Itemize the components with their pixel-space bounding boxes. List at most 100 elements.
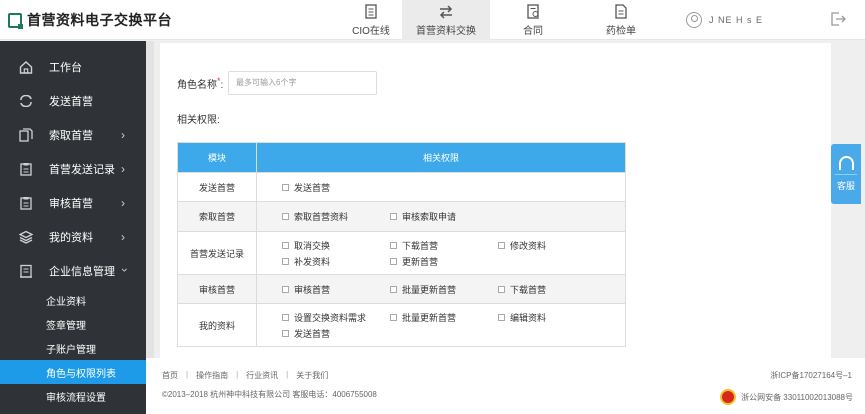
permission-checkbox[interactable]: 取消交换 [282,239,390,252]
permission-checkbox[interactable]: 索取首营资料 [282,210,390,223]
permission-checkbox[interactable]: 发送首营 [282,327,390,340]
permission-checkbox[interactable]: 审核首营 [282,283,390,296]
checkbox-icon [498,241,505,249]
tab-label: 药检单 [606,25,636,37]
logout-icon[interactable] [830,11,846,27]
checkbox-icon [282,313,289,321]
submenu-signature[interactable]: 签章管理 [0,312,146,336]
footer-links: 首页 | 操作指南 | 行业资讯 | 关于我们 [162,370,328,381]
divider [835,174,857,175]
submenu-audit-flow[interactable]: 审核流程设置 [0,384,146,408]
submenu-company-profile[interactable]: 企业资料 [0,288,146,312]
user-area[interactable]: J NE H s E [686,10,763,30]
table-row: 审核首营 审核首营 批量更新首营 下载首营 [177,274,626,304]
permission-label: 索取首营资料 [294,212,349,222]
module-cell: 我的资料 [177,303,257,347]
top-nav: CIO在线 首营资料交换 合同 药检单 [340,0,666,40]
table-row: 我的资料 设置交换资料需求 批量更新首营 编辑资料 发送首营 [177,303,626,347]
headset-icon [838,156,854,170]
tab-label: 合同 [523,25,543,37]
sidebar: 工作台 发送首营 索取首营 › 首营发送记录 › 审核首营 › 我的资料 › 企… [0,41,146,414]
audit-icon [19,196,33,210]
table-header-module: 模块 [177,142,257,173]
sidebar-item-label: 工作台 [49,62,82,74]
checkbox-icon [390,213,397,220]
layers-icon [19,230,33,244]
permission-checkbox[interactable]: 修改资料 [498,239,606,252]
document-icon [365,4,377,20]
table-row: 索取首营 索取首营资料 审核索取申请 [177,201,626,232]
avatar-icon [686,12,702,28]
checkbox-icon [498,285,505,293]
record-icon [19,162,33,176]
footer: 首页 | 操作指南 | 行业资讯 | 关于我们 ©2013–2018 杭州神中科… [146,358,865,414]
icp-license[interactable]: 浙ICP备17027164号–1 [770,370,852,381]
tab-contract[interactable]: 合同 [490,0,576,40]
module-cell: 索取首营 [177,201,257,232]
permission-label: 更新首营 [402,256,439,267]
chevron-down-icon: › [118,268,132,272]
sidebar-item-audit[interactable]: 审核首营 › [0,186,146,220]
permissions-cell: 取消交换 下载首营 修改资料 补发资料 更新首营 [256,231,626,275]
submenu-roles-permissions[interactable]: 角色与权限列表 [0,360,146,384]
tab-cio-online[interactable]: CIO在线 [340,0,402,40]
exchange-icon [438,4,454,20]
permission-checkbox[interactable]: 批量更新首营 [390,311,498,324]
checkbox-icon [390,257,397,265]
sidebar-item-request[interactable]: 索取首营 › [0,118,146,152]
footer-link-guide[interactable]: 操作指南 [196,370,228,381]
tab-exchange[interactable]: 首营资料交换 [402,0,490,40]
footer-link-home[interactable]: 首页 [162,370,178,381]
sidebar-item-send[interactable]: 发送首营 [0,84,146,118]
customer-service-button[interactable]: 客服 [831,144,861,204]
checkbox-icon [390,313,397,321]
table-header-permissions: 相关权限 [256,142,626,173]
checkbox-icon [282,183,289,191]
role-name-label-text: 角色名称 [177,80,217,91]
footer-link-about[interactable]: 关于我们 [296,370,328,381]
sidebar-item-send-records[interactable]: 首营发送记录 › [0,152,146,186]
refresh-icon [19,94,33,108]
logo-icon [8,12,23,29]
footer-separator: | [236,370,239,379]
police-emblem-icon [720,389,737,405]
sidebar-item-company-info[interactable]: 企业信息管理 › [0,254,146,288]
permission-checkbox[interactable]: 下载首营 [498,283,606,296]
permission-label: 修改资料 [510,240,547,251]
police-record[interactable]: 浙公网安备 33011002013088号 [720,389,853,405]
required-mark: * [217,76,221,86]
role-form-panel: 角色名称*: 最多可输入6个字 相关权限: 模块 相关权限 发送首营 发送首营 … [160,43,831,358]
permission-label: 设置交换资料需求 [294,312,367,323]
footer-link-news[interactable]: 行业资讯 [246,370,278,381]
customer-service-label: 客服 [836,181,855,191]
sidebar-item-my-docs[interactable]: 我的资料 › [0,220,146,254]
sidebar-item-label: 审核首营 [49,198,93,210]
copyright: ©2013–2018 杭州神中科技有限公司 客服电话：4006755008 [162,390,377,399]
permission-checkbox[interactable]: 补发资料 [282,255,390,268]
permission-label: 编辑资料 [510,312,547,323]
permissions-table: 模块 相关权限 发送首营 发送首营 索取首营 索取首营资料 审核索取申请 首营发… [177,142,626,347]
role-name-input[interactable]: 最多可输入6个字 [228,71,377,95]
permission-label: 取消交换 [294,240,331,251]
permission-label: 补发资料 [294,256,331,267]
submenu-sub-accounts[interactable]: 子账户管理 [0,336,146,360]
top-bar: 首营资料电子交换平台 CIO在线 首营资料交换 合同 药检单 J NE H s … [0,0,865,40]
module-cell: 发送首营 [177,172,257,202]
permissions-label: 相关权限: [177,115,220,126]
tab-drug-report[interactable]: 药检单 [576,0,666,40]
permission-label: 下载首营 [510,284,547,295]
logo[interactable]: 首营资料电子交换平台 [8,11,172,29]
permission-checkbox[interactable]: 批量更新首营 [390,283,498,296]
tab-label: 首营资料交换 [416,25,476,37]
permission-checkbox[interactable]: 发送首营 [282,181,390,194]
checkbox-icon [282,329,289,337]
sidebar-item-workbench[interactable]: 工作台 [0,50,146,84]
logo-text: 首营资料电子交换平台 [27,12,172,28]
permission-checkbox[interactable]: 设置交换资料需求 [282,311,390,324]
permission-checkbox[interactable]: 审核索取申请 [390,210,498,223]
permission-checkbox[interactable]: 编辑资料 [498,311,606,324]
module-cell: 审核首营 [177,274,257,304]
permission-checkbox[interactable]: 下载首营 [390,239,498,252]
permission-checkbox[interactable]: 更新首营 [390,255,498,268]
sidebar-item-label: 索取首营 [49,130,93,142]
